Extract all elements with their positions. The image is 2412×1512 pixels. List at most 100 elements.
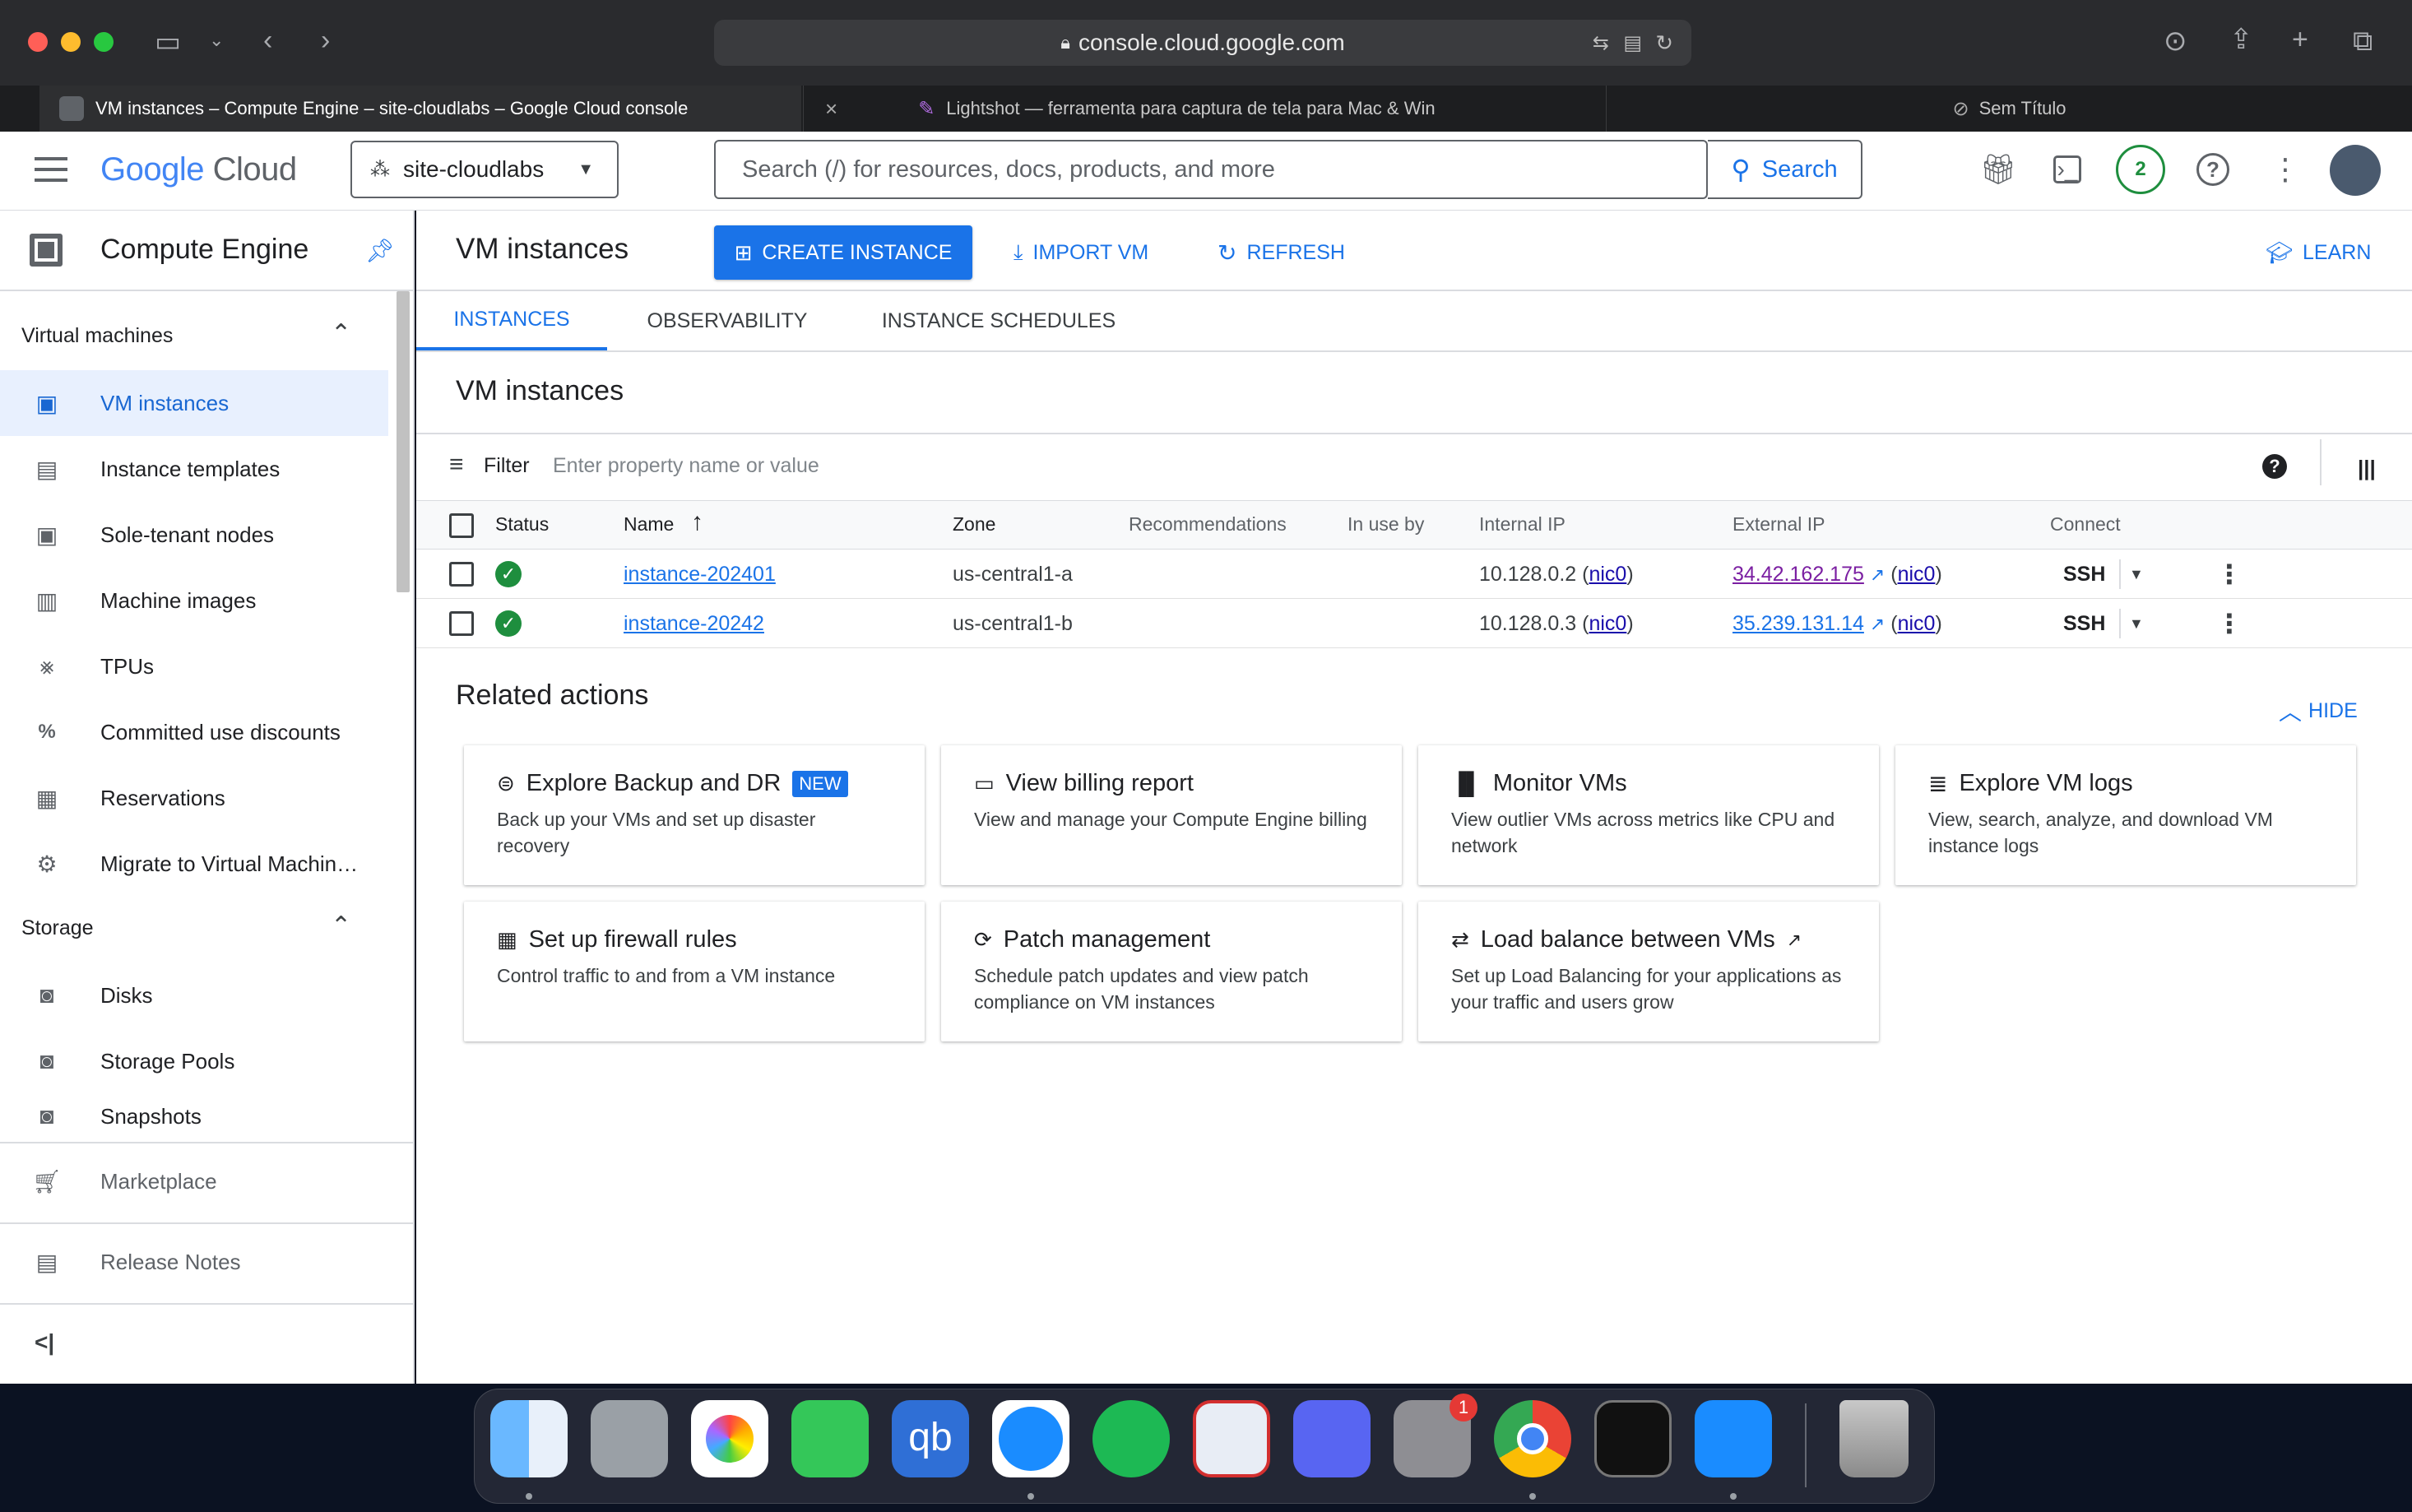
spotify-icon[interactable] [1092,1400,1170,1477]
hide-button[interactable]: ︿ HIDE [2279,694,2358,727]
safari-icon[interactable] [992,1400,1069,1477]
column-internal-ip[interactable]: Internal IP [1479,513,1565,536]
sidebar-item-marketplace[interactable]: 🛒︎ Marketplace [0,1148,388,1214]
nic-link[interactable]: nic0 [1589,612,1626,635]
help-icon[interactable]: ? [2196,153,2229,186]
column-in-use-by[interactable]: In use by [1347,513,1424,536]
photos-icon[interactable] [691,1400,768,1477]
search-input[interactable]: Search (/) for resources, docs, products… [714,140,1708,199]
ssh-button[interactable]: SSH [2063,550,2105,599]
minimize-window-button[interactable] [61,32,81,52]
cloud-shell-icon[interactable]: ›_ [2053,155,2081,183]
row-checkbox[interactable] [449,562,474,587]
search-button[interactable]: ⚲ Search [1708,140,1862,199]
new-tab-icon[interactable]: + [2292,26,2308,53]
avatar[interactable] [2330,145,2381,196]
instance-name-link[interactable]: instance-20242 [624,599,764,648]
instance-name-link[interactable]: instance-202401 [624,550,776,599]
tab-observability[interactable]: OBSERVABILITY [629,291,826,350]
pin-icon[interactable]: 📌︎ [365,237,395,264]
select-all-checkbox[interactable] [449,513,474,538]
finder-icon[interactable] [490,1400,568,1477]
menu-icon[interactable] [35,157,67,182]
card-load-balance[interactable]: ⇄ Load balance between VMs ↗ Set up Load B… [1418,902,1879,1041]
column-external-ip[interactable]: External IP [1732,513,1825,536]
more-vert-icon[interactable]: ⋮ [2216,599,2243,648]
trash-icon[interactable] [1839,1400,1909,1477]
tab-overview-icon[interactable]: ⧉ [2353,27,2373,55]
card-vm-logs[interactable]: ≣ Explore VM logs View, search, analyze, … [1895,745,2356,885]
column-name[interactable]: Name [624,513,674,536]
app-store-icon[interactable] [1695,1400,1772,1477]
browser-tab[interactable]: × ✎ Lightshot — ferramenta para captura … [803,86,1606,132]
ssh-button[interactable]: SSH [2063,599,2105,648]
learn-button[interactable]: 🎓︎ LEARN [2266,232,2371,273]
filter-label[interactable]: Filter [484,454,530,478]
sidebar-item-release-notes[interactable]: ▤ Release Notes [0,1229,388,1295]
forward-icon[interactable]: › [321,26,330,54]
sidebar-item-reservations[interactable]: ▦ Reservations [0,765,388,831]
more-vert-icon[interactable]: ⋮ [2269,153,2302,186]
column-connect[interactable]: Connect [2050,513,2121,536]
nic-link[interactable]: nic0 [1898,612,1936,635]
address-bar[interactable]: 🔒︎ console.cloud.google.com ⇆ ▤ ↻ [714,20,1691,66]
collapse-sidebar-icon[interactable]: <| [35,1329,54,1356]
card-firewall-rules[interactable]: ▦ Set up firewall rules Control traffic t… [464,902,925,1041]
card-patch-management[interactable]: ⟳ Patch management Schedule patch updates… [941,902,1402,1041]
card-billing-report[interactable]: ▭ View billing report View and manage you… [941,745,1402,885]
sidebar-scrollbar[interactable] [397,291,410,592]
downloads-icon[interactable]: ⊙ [2164,27,2187,55]
notifications-badge[interactable]: 2 [2116,145,2165,194]
column-display-icon[interactable]: ||| [2358,456,2376,481]
more-vert-icon[interactable]: ⋮ [2216,550,2243,599]
row-checkbox[interactable] [449,611,474,636]
project-picker[interactable]: ⁂ site-cloudlabs ▼ [350,141,619,198]
sidebar-toggle-icon[interactable]: ▭ [155,28,181,56]
filter-icon[interactable]: ≡ [449,451,464,479]
sidebar-item-vm-instances[interactable]: ▣ VM instances [0,370,388,436]
launchpad-icon[interactable] [591,1400,668,1477]
column-status[interactable]: Status [495,513,549,536]
chevron-down-icon[interactable]: ⌄ [209,31,224,49]
section-storage[interactable]: Storage [21,916,94,940]
reader-icon[interactable]: ▤ [1623,31,1642,55]
external-ip-link[interactable]: 35.239.131.14 [1732,612,1864,635]
create-instance-button[interactable]: ⊞ CREATE INSTANCE [714,225,972,280]
sidebar-item-storage-pools[interactable]: ◙ Storage Pools [0,1028,388,1094]
google-cloud-logo[interactable]: Google Cloud [100,151,297,188]
reload-icon[interactable]: ↻ [1655,30,1673,56]
sidebar-item-instance-templates[interactable]: ▤ Instance templates [0,436,388,502]
tab-instance-schedules[interactable]: INSTANCE SCHEDULES [867,291,1130,350]
filter-input[interactable]: Enter property name or value [553,454,1705,478]
qbittorrent-icon[interactable]: qb [892,1400,969,1477]
share-icon[interactable]: ⇪ [2229,26,2253,53]
facetime-icon[interactable] [791,1400,869,1477]
import-vm-button[interactable]: ⤓ IMPORT VM [1014,232,1148,273]
help-icon[interactable]: ? [2262,454,2287,479]
browser-tab[interactable]: ⊘ Sem Título [1606,86,2412,132]
back-icon[interactable]: ‹ [263,26,272,54]
column-recommendations[interactable]: Recommendations [1129,513,1287,536]
close-tab-icon[interactable]: × [825,96,837,122]
browser-tab-active[interactable]: VM instances – Compute Engine – site-clo… [39,86,801,132]
external-ip-link[interactable]: 34.42.162.175 [1732,563,1864,586]
sidebar-item-machine-images[interactable]: ▥ Machine images [0,568,388,633]
ssh-dropdown-icon[interactable]: ▼ [2129,550,2144,599]
card-monitor-vms[interactable]: ▐▌ Monitor VMs View outlier VMs across me… [1418,745,1879,885]
gift-icon[interactable]: 🎁︎ [1979,153,2017,186]
sidebar-item-disks[interactable]: ◙ Disks [0,962,388,1028]
nic-link[interactable]: nic0 [1589,563,1626,586]
zoom-window-button[interactable] [94,32,114,52]
section-virtual-machines[interactable]: Virtual machines [21,324,173,348]
chrome-icon[interactable] [1494,1400,1571,1477]
screens-icon[interactable] [1193,1400,1270,1477]
sidebar-item-sole-tenant-nodes[interactable]: ▣ Sole-tenant nodes [0,502,388,568]
card-backup-dr[interactable]: ⊜ Explore Backup and DR NEW Back up your V… [464,745,925,885]
sidebar-item-tpus[interactable]: ⨳ TPUs [0,633,388,699]
discord-icon[interactable] [1293,1400,1371,1477]
close-window-button[interactable] [28,32,48,52]
translate-icon[interactable]: ⇆ [1593,31,1609,55]
sidebar-item-migrate[interactable]: ⚙ Migrate to Virtual Machin… [0,831,388,897]
sort-ascending-icon[interactable]: ↑ [691,508,703,536]
column-zone[interactable]: Zone [953,513,995,536]
